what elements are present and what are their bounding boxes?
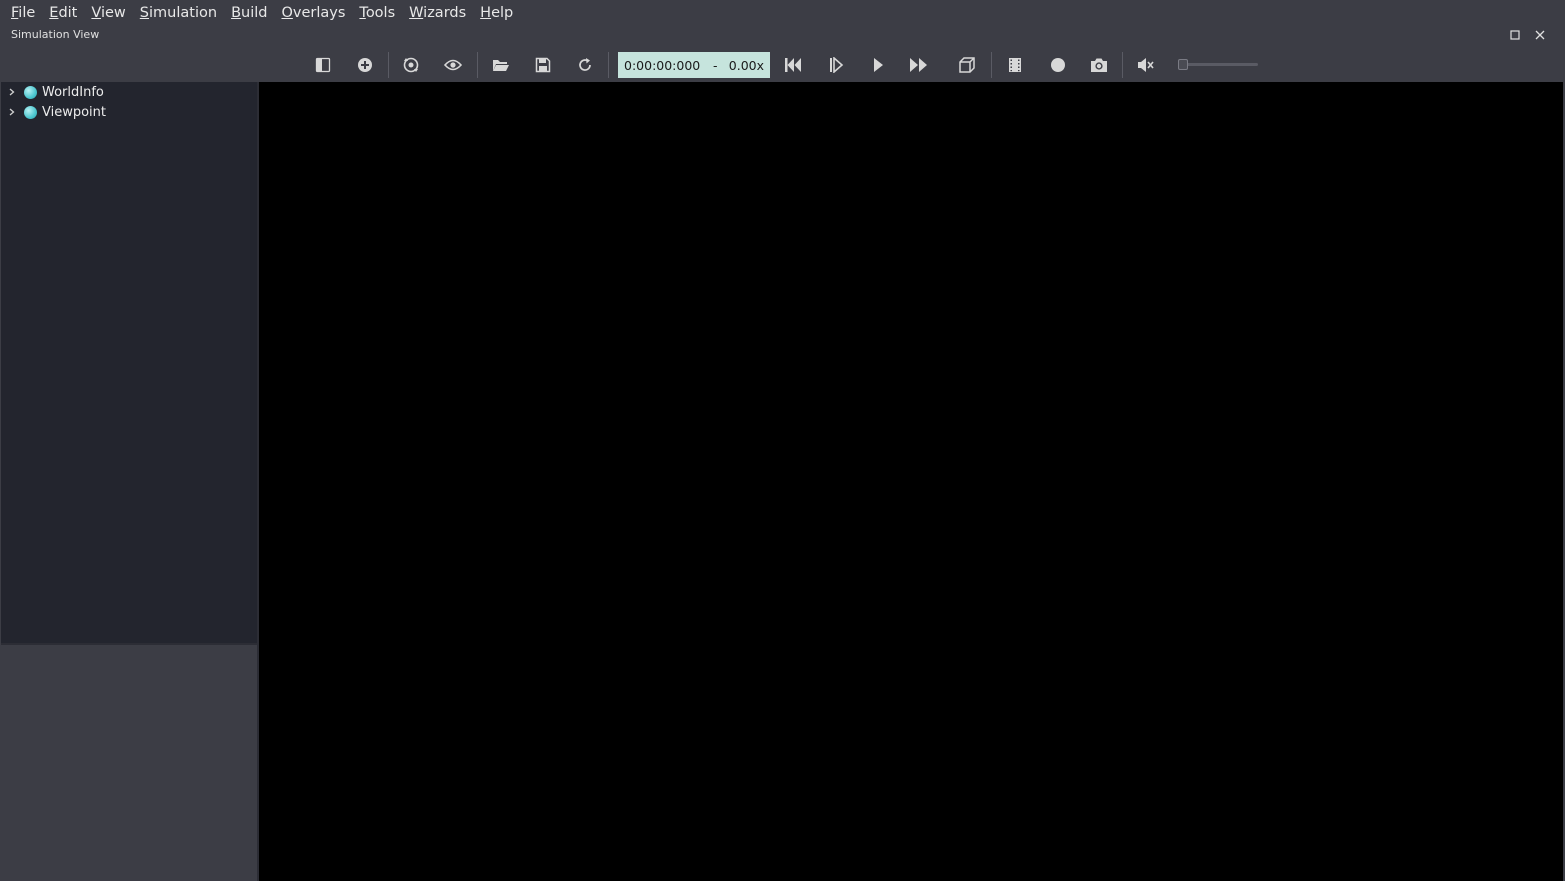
record-animation-button[interactable]	[1045, 52, 1071, 78]
record-icon	[1051, 58, 1065, 72]
reload-icon	[579, 58, 591, 71]
expand-arrow-icon[interactable]	[8, 87, 16, 97]
scene-tree: WorldInfo Viewpoint	[1, 82, 257, 643]
menu-build[interactable]: Build	[224, 0, 274, 26]
open-world-button[interactable]	[488, 52, 514, 78]
menu-help[interactable]: Help	[473, 0, 520, 26]
fast-forward-icon	[910, 58, 927, 72]
toggle-view-button[interactable]	[440, 52, 466, 78]
3d-viewport[interactable]	[259, 82, 1563, 881]
step-icon	[830, 57, 844, 73]
plus-circle-icon	[358, 58, 372, 72]
node-icon	[24, 85, 37, 99]
toggle-scene-tree-button[interactable]	[310, 52, 336, 78]
reset-simulation-button[interactable]	[780, 52, 806, 78]
menu-bar: File Edit View Simulation Build Overlays…	[0, 0, 1565, 26]
skip-back-icon	[785, 58, 801, 72]
reload-world-button[interactable]	[572, 52, 598, 78]
cube-icon	[959, 57, 975, 73]
rendering-button[interactable]	[954, 52, 980, 78]
speaker-muted-icon	[1138, 58, 1154, 72]
simulation-time-display: 0:00:00:000 - 0.00x	[618, 52, 770, 78]
camera-icon	[1091, 58, 1107, 72]
menu-overlays[interactable]: Overlays	[274, 0, 352, 26]
volume-slider-handle[interactable]	[1178, 59, 1188, 70]
fast-forward-button[interactable]	[906, 52, 932, 78]
film-icon	[1009, 58, 1021, 72]
menu-file[interactable]: File	[4, 0, 42, 26]
maximize-icon[interactable]	[1508, 28, 1522, 42]
save-icon	[535, 57, 551, 73]
menu-edit[interactable]: Edit	[42, 0, 84, 26]
field-editor-panel	[1, 645, 257, 881]
follow-icon	[403, 57, 419, 73]
tree-item-label: WorldInfo	[42, 84, 104, 100]
toolbar-separator	[477, 52, 478, 78]
node-icon	[24, 105, 37, 119]
play-icon	[874, 58, 883, 72]
play-button[interactable]	[865, 52, 891, 78]
follow-object-button[interactable]	[398, 52, 424, 78]
toolbar-separator	[388, 52, 389, 78]
simulation-speed: 0.00x	[728, 57, 764, 73]
volume-slider[interactable]	[1180, 63, 1258, 66]
menu-simulation[interactable]: Simulation	[133, 0, 224, 26]
dock-title: Simulation View	[11, 28, 100, 41]
toolbar-separator	[991, 52, 992, 78]
mute-button[interactable]	[1133, 52, 1159, 78]
tree-item-worldinfo[interactable]: WorldInfo	[1, 82, 257, 102]
menu-wizards[interactable]: Wizards	[402, 0, 473, 26]
panel-icon	[315, 57, 331, 73]
menu-tools[interactable]: Tools	[352, 0, 402, 26]
step-button[interactable]	[823, 52, 849, 78]
toolbar-separator	[608, 52, 609, 78]
save-world-button[interactable]	[530, 52, 556, 78]
record-movie-button[interactable]	[1002, 52, 1028, 78]
menu-view[interactable]: View	[84, 0, 132, 26]
screenshot-button[interactable]	[1086, 52, 1112, 78]
add-node-button[interactable]	[352, 52, 378, 78]
tree-item-viewpoint[interactable]: Viewpoint	[1, 102, 257, 122]
close-icon[interactable]	[1533, 28, 1547, 42]
folder-open-icon	[493, 60, 509, 71]
tree-item-label: Viewpoint	[42, 104, 107, 120]
time-separator: -	[713, 57, 718, 73]
expand-arrow-icon[interactable]	[8, 107, 16, 117]
simulation-time: 0:00:00:000	[624, 57, 701, 73]
toolbar-separator	[1122, 52, 1123, 78]
eye-icon	[444, 59, 462, 71]
